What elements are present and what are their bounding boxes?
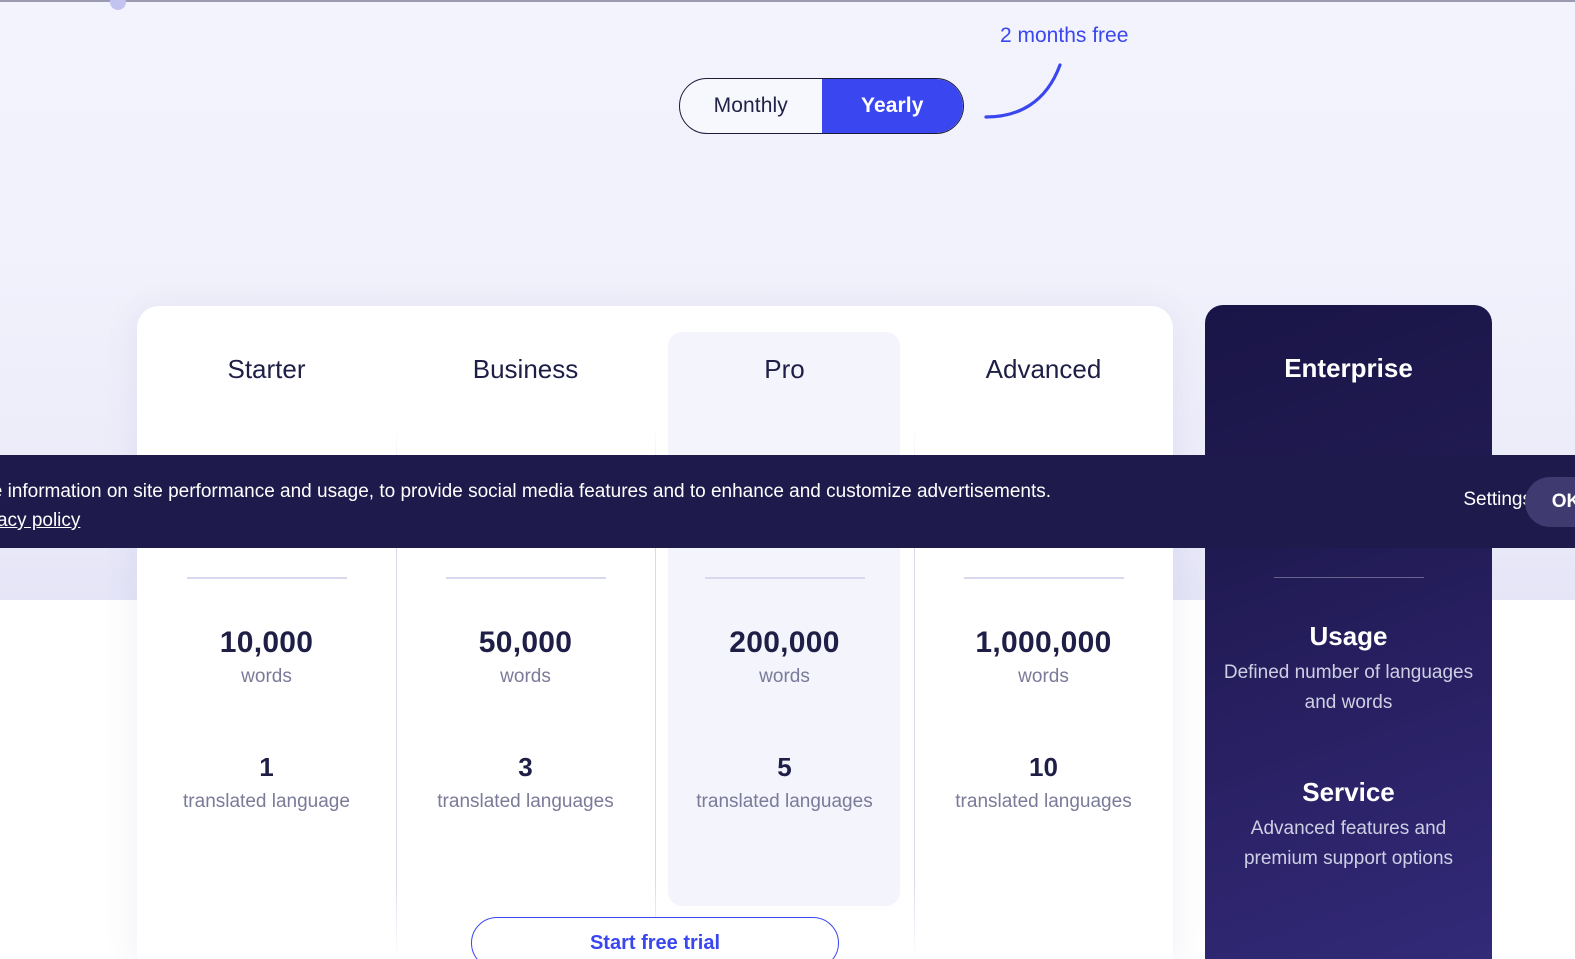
plan-language-label: translated language bbox=[183, 791, 350, 812]
plan-language-count: 3 bbox=[518, 752, 533, 782]
enterprise-usage-description: Defined number of languages and words bbox=[1223, 662, 1474, 713]
plan-word-count: 1,000,000 bbox=[975, 626, 1112, 659]
plan-column-starter[interactable]: Starter 10,000 words 1 translated langua… bbox=[137, 306, 396, 959]
promo-arrow-icon bbox=[984, 63, 1062, 119]
enterprise-usage-block: Usage Defined number of languages and wo… bbox=[1205, 621, 1492, 718]
plan-name: Starter bbox=[227, 354, 306, 384]
plan-language-label: translated languages bbox=[696, 791, 873, 812]
plan-column-advanced[interactable]: Advanced 1,000,000 words 10 translated l… bbox=[914, 306, 1173, 959]
promo-label: 2 months free bbox=[1000, 24, 1129, 47]
plan-language-label: translated languages bbox=[437, 791, 614, 812]
cookie-banner-body: ies to collect and analyse information o… bbox=[0, 481, 1052, 502]
plan-word-count: 200,000 bbox=[729, 626, 840, 659]
plan-divider bbox=[445, 577, 606, 579]
plan-name: Business bbox=[472, 354, 579, 384]
plan-word-label: words bbox=[1018, 666, 1069, 687]
enterprise-plan-name: Enterprise bbox=[1284, 353, 1413, 383]
plans-card: Starter 10,000 words 1 translated langua… bbox=[137, 306, 1173, 959]
plan-word-count: 50,000 bbox=[478, 626, 573, 659]
toggle-option-monthly[interactable]: Monthly bbox=[680, 79, 822, 133]
plan-language-count: 5 bbox=[777, 752, 792, 782]
start-free-trial-button[interactable]: Start free trial bbox=[471, 917, 839, 959]
plan-divider bbox=[963, 577, 1124, 579]
plan-column-pro[interactable]: Pro 200,000 words 5 translated languages bbox=[655, 306, 914, 959]
plan-column-business[interactable]: Business 50,000 words 3 translated langu… bbox=[396, 306, 655, 959]
billing-period-toggle[interactable]: Monthly Yearly bbox=[679, 78, 964, 134]
plan-word-count: 10,000 bbox=[219, 626, 314, 659]
enterprise-usage-heading: Usage bbox=[1309, 621, 1388, 651]
plan-divider bbox=[186, 577, 347, 579]
cookie-consent-banner: ies to collect and analyse information o… bbox=[0, 455, 1575, 548]
plan-word-label: words bbox=[759, 666, 810, 687]
enterprise-divider bbox=[1273, 577, 1424, 578]
plan-language-label: translated languages bbox=[955, 791, 1132, 812]
plan-divider bbox=[704, 577, 865, 579]
cookie-accept-button[interactable]: OK bbox=[1525, 477, 1575, 527]
top-rule bbox=[0, 0, 1575, 2]
cookie-settings-link[interactable]: Settings bbox=[1463, 489, 1532, 511]
enterprise-service-block: Service Advanced features and premium su… bbox=[1205, 777, 1492, 874]
privacy-policy-link[interactable]: Learn more with our Privacy policy bbox=[0, 510, 80, 531]
cookie-banner-text: ies to collect and analyse information o… bbox=[0, 477, 1080, 535]
toggle-option-yearly[interactable]: Yearly bbox=[821, 79, 963, 133]
plan-language-count: 10 bbox=[1029, 752, 1058, 782]
plan-name: Advanced bbox=[985, 354, 1102, 384]
enterprise-plan-card[interactable]: Enterprise Usage Defined number of langu… bbox=[1205, 305, 1492, 959]
plan-word-label: words bbox=[500, 666, 551, 687]
enterprise-service-description: Advanced features and premium support op… bbox=[1243, 818, 1454, 869]
plan-word-label: words bbox=[241, 666, 292, 687]
plan-name: Pro bbox=[764, 354, 805, 384]
enterprise-service-heading: Service bbox=[1302, 777, 1395, 807]
plan-language-count: 1 bbox=[259, 752, 274, 782]
